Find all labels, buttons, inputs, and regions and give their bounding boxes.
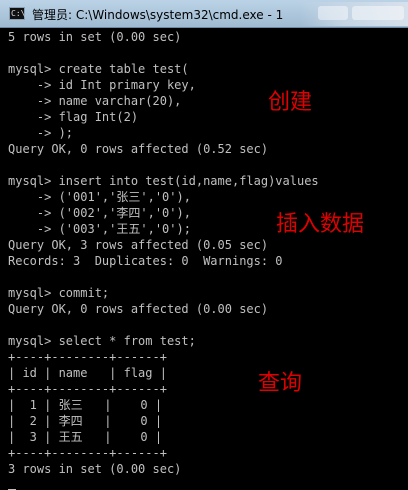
console-line: +----+--------+------+ [8,382,167,396]
console-line: mysql> select * from test; [8,334,196,348]
console-line: -> flag Int(2) [8,110,139,124]
console-line: mysql> create table test( [8,62,189,76]
console-line: Query OK, 3 rows affected (0.05 sec) [8,238,269,252]
console-line: mysql> commit; [8,286,110,300]
console-output[interactable]: 5 rows in set (0.00 sec) mysql> create t… [0,28,408,490]
console-line: 5 rows in set (0.00 sec) [8,30,182,44]
console-line: -> id Int primary key, [8,78,196,92]
window-title: 管理员: C:\Windows\system32\cmd.exe - 1 [32,8,284,22]
console-line: Records: 3 Duplicates: 0 Warnings: 0 [8,254,283,268]
cmd-icon[interactable]: C:\ [9,7,25,20]
maximize-button[interactable] [352,6,404,20]
annotation-query: 查询 [258,371,303,396]
console-line: Query OK, 0 rows affected (0.00 sec) [8,302,269,316]
console-line: 3 rows in set (0.00 sec) [8,462,182,476]
console-line: -> ('001','张三','0'), [8,190,191,204]
console-line: | 3 | 王五 | 0 | [8,430,163,444]
annotation-insert: 插入数据 [276,212,365,237]
console-line: mysql> insert into test(id,name,flag)val… [8,174,319,188]
console-line: | 1 | 张三 | 0 | [8,398,163,412]
console-line: +----+--------+------+ [8,350,167,364]
console-line: +----+--------+------+ [8,446,167,460]
console-line: Query OK, 0 rows affected (0.52 sec) [8,142,269,156]
console-line: -> ); [8,126,74,140]
title-bar[interactable]: C:\ 管理员: C:\Windows\system32\cmd.exe - 1 [0,0,408,28]
annotation-create: 创建 [268,90,313,115]
console-line: -> ('003','王五','0'); [8,222,191,236]
console-line: -> ('002','李四','0'), [8,206,191,220]
minimize-button[interactable] [318,6,348,20]
console-cursor-line [8,477,16,490]
console-line: | 2 | 李四 | 0 | [8,414,163,428]
console-line: | id | name | flag | [8,366,167,380]
console-line: -> name varchar(20), [8,94,182,108]
